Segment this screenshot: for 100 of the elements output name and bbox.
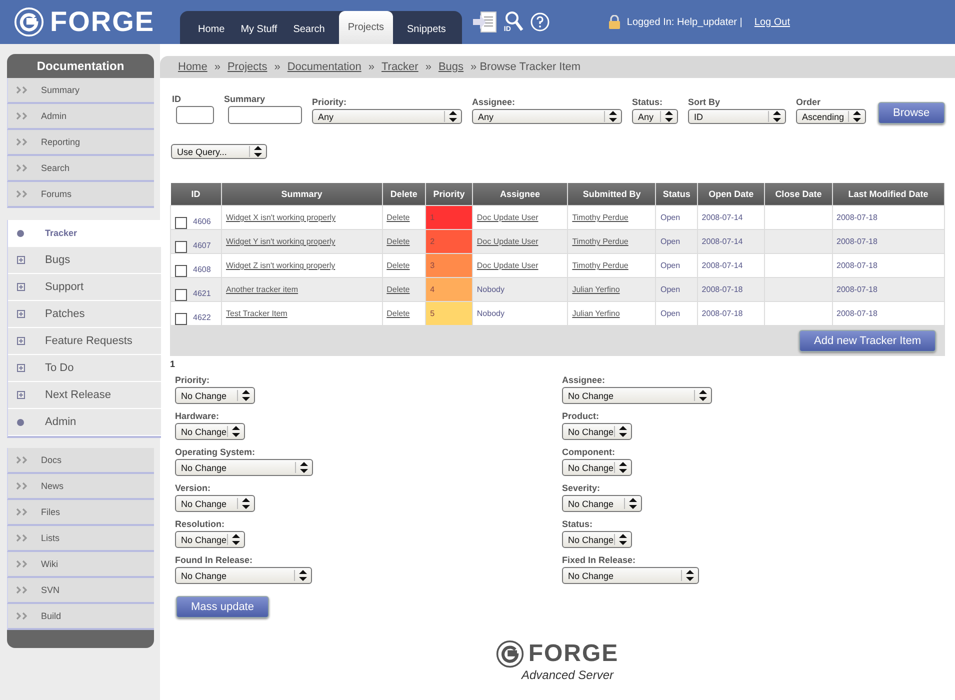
sidebar-item[interactable]: Docs: [7, 448, 154, 474]
separator: »: [368, 61, 374, 73]
logout-link[interactable]: Log Out: [754, 16, 790, 28]
expand-icon: [17, 310, 25, 318]
add-item-button[interactable]: Add new Tracker Item: [799, 330, 936, 352]
page-number[interactable]: 1: [170, 359, 955, 369]
column-header[interactable]: Priority: [426, 183, 472, 206]
column-header[interactable]: Summary: [222, 183, 382, 206]
dropdown[interactable]: No Change: [175, 459, 313, 476]
sidebar-item[interactable]: SVN: [7, 578, 154, 604]
field-label: Status:: [632, 97, 664, 107]
browse-button[interactable]: Browse: [878, 102, 945, 124]
column-header[interactable]: Close Date: [764, 183, 832, 206]
table-cell: 2008-07-18: [697, 278, 765, 302]
row-checkbox[interactable]: [175, 289, 187, 301]
id-link[interactable]: 4606: [193, 217, 211, 226]
sidebar-item[interactable]: Tracker: [8, 220, 161, 247]
sidebar-item[interactable]: News: [7, 474, 154, 500]
column-header[interactable]: Status: [656, 183, 698, 206]
table-cell: 2008-07-18: [832, 230, 944, 254]
assignee-text: Nobody: [476, 285, 504, 294]
dropdown[interactable]: Ascending: [796, 109, 866, 124]
dropdown[interactable]: Any: [312, 109, 462, 124]
help-icon[interactable]: [530, 12, 550, 32]
dropdown[interactable]: No Change: [175, 387, 255, 404]
breadcrumb-link[interactable]: Tracker: [381, 61, 418, 73]
dropdown[interactable]: No Change: [175, 531, 245, 548]
sidebar-item[interactable]: Files: [7, 500, 154, 526]
dropdown[interactable]: No Change: [175, 495, 255, 512]
spinner-icon: [665, 111, 673, 122]
column-header[interactable]: Delete: [382, 183, 426, 206]
sidebar-item[interactable]: Forums: [7, 182, 154, 208]
summary-link[interactable]: Test Tracker Item: [226, 309, 288, 318]
sidebar-item[interactable]: Admin: [8, 409, 161, 436]
id-link[interactable]: 4621: [193, 289, 211, 298]
sidebar-item[interactable]: Support: [8, 274, 161, 301]
sidebar-item[interactable]: Reporting: [7, 130, 154, 156]
row-checkbox[interactable]: [175, 313, 187, 325]
sidebar-item[interactable]: Search: [7, 156, 154, 182]
nav-tab[interactable]: Home: [190, 14, 233, 44]
sidebar-item[interactable]: Build: [7, 604, 154, 630]
expand-icon: [17, 364, 25, 372]
field-label: Product:: [562, 411, 600, 421]
dropdown[interactable]: ID: [688, 109, 786, 124]
column-header[interactable]: ID: [170, 183, 222, 206]
row-checkbox[interactable]: [175, 265, 187, 277]
spinner-icon: [619, 534, 627, 545]
nav-tab[interactable]: Projects: [338, 11, 393, 44]
field-label: Assignee:: [562, 375, 606, 385]
breadcrumb-link[interactable]: Bugs: [438, 61, 464, 73]
field-label: Status:: [562, 519, 594, 529]
sidebar-item[interactable]: Patches: [8, 301, 161, 328]
sidebar-item[interactable]: Feature Requests: [8, 328, 161, 355]
logo-icon: [14, 7, 44, 37]
document-arrow-icon[interactable]: [472, 11, 498, 33]
dropdown[interactable]: No Change: [562, 459, 632, 476]
dropdown[interactable]: No Change: [562, 423, 632, 440]
sidebar-item[interactable]: Lists: [7, 526, 154, 552]
column-header[interactable]: Assignee: [472, 183, 568, 206]
id-link[interactable]: 4607: [193, 241, 211, 250]
query-dropdown[interactable]: Use Query...: [171, 144, 267, 159]
breadcrumb-link[interactable]: Projects: [227, 61, 268, 73]
nav-tab[interactable]: My Stuff: [232, 14, 286, 44]
sidebar-item[interactable]: To Do: [8, 355, 161, 382]
nav-tab[interactable]: Search: [285, 14, 333, 44]
column-header[interactable]: Open Date: [697, 183, 765, 206]
dropdown[interactable]: No Change: [562, 495, 642, 512]
dropdown[interactable]: Any: [472, 109, 622, 124]
dropdown[interactable]: Any: [632, 109, 678, 124]
bullet-icon: [17, 418, 24, 426]
input-field[interactable]: [228, 106, 302, 124]
chevron-icon: [16, 560, 29, 568]
dropdown[interactable]: No Change: [562, 567, 699, 584]
breadcrumb-link[interactable]: Documentation: [287, 61, 362, 73]
breadcrumb-link[interactable]: Home: [178, 61, 208, 73]
id-link[interactable]: 4622: [193, 313, 211, 322]
mass-update-button[interactable]: Mass update: [176, 596, 269, 618]
sidebar-item[interactable]: Wiki: [7, 552, 154, 578]
sidebar-item[interactable]: Admin: [7, 104, 154, 130]
sidebar-item[interactable]: Bugs: [8, 247, 161, 274]
chevron-icon: [16, 586, 29, 594]
id-link[interactable]: 4608: [193, 265, 211, 274]
row-checkbox[interactable]: [175, 217, 187, 229]
input-field[interactable]: [176, 106, 214, 124]
dropdown[interactable]: No Change: [175, 567, 312, 584]
column-header[interactable]: Last Modified Date: [832, 183, 944, 206]
expand-icon: [17, 283, 25, 291]
summary-link[interactable]: Another tracker item: [226, 285, 298, 294]
sidebar-item[interactable]: Next Release: [8, 382, 161, 409]
dropdown[interactable]: No Change: [562, 387, 712, 404]
dropdown[interactable]: No Change: [175, 423, 245, 440]
field-label: Found In Release:: [175, 555, 254, 565]
sidebar-item[interactable]: Summary: [7, 78, 154, 104]
nav-tab[interactable]: Snippets: [399, 14, 454, 44]
row-checkbox[interactable]: [175, 241, 187, 253]
field-label: Version:: [175, 483, 212, 493]
column-header[interactable]: Submitted By: [568, 183, 656, 206]
dropdown[interactable]: No Change: [562, 531, 632, 548]
chevron-icon: [16, 482, 29, 490]
table-cell: Open: [656, 230, 698, 254]
